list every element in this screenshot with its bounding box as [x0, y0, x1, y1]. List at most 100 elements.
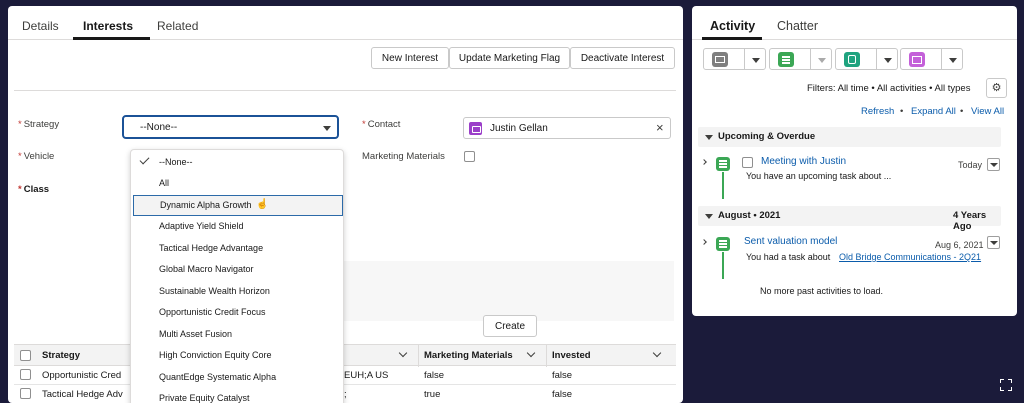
- activity-filters[interactable]: Filters: All time • All activities • All…: [807, 83, 970, 94]
- record-tabs: Details Interests Related: [8, 6, 683, 40]
- month-age: 4 Years Ago: [953, 210, 987, 232]
- task-icon: [778, 52, 794, 67]
- chevron-down-icon: [323, 126, 331, 131]
- call-action-button[interactable]: [835, 48, 898, 70]
- table-header: Strategy Marketing Materials Invested: [14, 344, 676, 367]
- option-opportunistic-credit-focus[interactable]: Opportunistic Credit Focus: [131, 302, 343, 323]
- close-icon[interactable]: ×: [656, 120, 664, 135]
- upcoming-overdue-section[interactable]: Upcoming & Overdue: [698, 127, 1001, 147]
- option-all[interactable]: All: [131, 173, 343, 194]
- cell-strategy: Opportunistic Cred: [42, 370, 122, 381]
- timeline-line: [722, 252, 724, 279]
- tab-chatter[interactable]: Chatter: [777, 19, 818, 33]
- activity-title-link[interactable]: Meeting with Justin: [761, 156, 846, 167]
- timeline-line: [722, 172, 724, 199]
- option-high-conviction-equity-core[interactable]: High Conviction Equity Core: [131, 345, 343, 366]
- active-tab-indicator: [702, 37, 762, 40]
- option-global-macro-navigator[interactable]: Global Macro Navigator: [131, 259, 343, 280]
- activity-panel: Activity Chatter Filters: All time • All…: [692, 6, 1017, 316]
- tab-details[interactable]: Details: [22, 19, 59, 33]
- tab-activity[interactable]: Activity: [710, 19, 755, 33]
- view-all-link[interactable]: View All: [971, 106, 1004, 117]
- calendar-icon: [909, 52, 925, 67]
- cell-vehicle: EUH;A US: [344, 370, 389, 381]
- chevron-down-icon: [818, 58, 826, 63]
- task-action-button[interactable]: [769, 48, 832, 70]
- tab-related[interactable]: Related: [157, 19, 198, 33]
- activity-date: Today: [958, 160, 983, 170]
- deactivate-interest-button[interactable]: Deactivate Interest: [570, 47, 675, 69]
- option-private-equity-catalyst[interactable]: Private Equity Catalyst: [131, 388, 343, 403]
- cell-invested: false: [552, 389, 573, 400]
- required-mark: *: [18, 119, 22, 130]
- table-row: Opportunistic Cred EUH;A US false false: [14, 366, 676, 385]
- gear-icon[interactable]: ⚙: [986, 78, 1007, 98]
- task-icon: [716, 157, 730, 171]
- vehicle-label: * Vehicle: [18, 151, 55, 162]
- new-interest-button[interactable]: New Interest: [371, 47, 449, 69]
- update-marketing-flag-button[interactable]: Update Marketing Flag: [449, 47, 570, 69]
- strategy-select[interactable]: --None--: [122, 115, 339, 139]
- email-icon: [712, 52, 728, 67]
- chevron-down-icon[interactable]: [752, 58, 760, 63]
- activity-tabs: Activity Chatter: [692, 6, 1017, 40]
- activity-description: You have an upcoming task about ...: [746, 171, 892, 181]
- divider: [14, 90, 676, 91]
- active-tab-indicator: [73, 37, 150, 40]
- marketing-materials-checkbox[interactable]: [464, 151, 475, 162]
- contact-label: * Contact: [362, 119, 401, 130]
- row-checkbox[interactable]: [20, 369, 31, 380]
- create-button[interactable]: Create: [483, 315, 537, 337]
- option-quantedge-systematic-alpha[interactable]: QuantEdge Systematic Alpha: [131, 367, 343, 388]
- fullscreen-icon[interactable]: [1000, 379, 1012, 391]
- separator-dot: •: [900, 106, 904, 117]
- column-invested[interactable]: Invested: [552, 350, 591, 361]
- task-complete-checkbox[interactable]: [742, 157, 753, 168]
- tab-interests[interactable]: Interests: [83, 19, 133, 33]
- record-interests-panel: Details Interests Related New Interest U…: [8, 6, 683, 403]
- column-strategy[interactable]: Strategy: [42, 350, 80, 361]
- option-multi-asset-fusion[interactable]: Multi Asset Fusion: [131, 324, 343, 345]
- chevron-right-icon[interactable]: [701, 159, 707, 165]
- activity-date: Aug 6, 2021: [935, 240, 984, 250]
- email-action-button[interactable]: [703, 48, 766, 70]
- activity-menu-button[interactable]: [987, 236, 1000, 249]
- no-more-activities: No more past activities to load.: [760, 286, 884, 296]
- option-tactical-hedge-advantage[interactable]: Tactical Hedge Advantage: [131, 238, 343, 259]
- check-icon: [139, 154, 150, 165]
- option-none[interactable]: --None--: [131, 152, 343, 173]
- refresh-link[interactable]: Refresh: [861, 106, 894, 117]
- event-action-button[interactable]: [900, 48, 963, 70]
- strategy-select-value: --None--: [140, 122, 178, 133]
- contact-icon: [469, 122, 482, 135]
- cell-strategy: Tactical Hedge Adv: [42, 389, 123, 400]
- chevron-down-icon[interactable]: [526, 348, 536, 358]
- chevron-down-icon[interactable]: [652, 348, 662, 358]
- strategy-label: * Strategy: [18, 119, 60, 130]
- row-checkbox[interactable]: [20, 388, 31, 399]
- contact-value: Justin Gellan: [490, 123, 548, 134]
- marketing-materials-label: Marketing Materials: [362, 151, 445, 162]
- separator-dot: •: [960, 106, 964, 117]
- chevron-down-icon[interactable]: [398, 348, 408, 358]
- phone-icon: [844, 52, 860, 67]
- activity-title-link[interactable]: Sent valuation model: [744, 236, 837, 247]
- related-record-link[interactable]: Old Bridge Communications - 2Q21: [839, 252, 981, 262]
- chevron-down-icon: [705, 214, 713, 219]
- option-adaptive-yield-shield[interactable]: Adaptive Yield Shield: [131, 216, 343, 237]
- expand-all-link[interactable]: Expand All: [911, 106, 956, 117]
- hand-cursor-icon: ☝: [256, 199, 269, 210]
- month-section[interactable]: August • 2021 4 Years Ago: [698, 206, 1001, 232]
- activity-description: You had a task about: [746, 252, 831, 262]
- select-all-checkbox[interactable]: [20, 350, 31, 361]
- chevron-down-icon[interactable]: [949, 58, 957, 63]
- task-icon: [716, 237, 730, 251]
- column-marketing-materials[interactable]: Marketing Materials: [424, 350, 513, 361]
- option-dynamic-alpha-growth[interactable]: Dynamic Alpha Growth ☝: [133, 195, 343, 216]
- activity-menu-button[interactable]: [987, 158, 1000, 171]
- strategy-dropdown-list: --None-- All Dynamic Alpha Growth ☝ Adap…: [130, 149, 344, 403]
- option-sustainable-wealth-horizon[interactable]: Sustainable Wealth Horizon: [131, 281, 343, 302]
- chevron-right-icon[interactable]: [701, 239, 707, 245]
- contact-lookup[interactable]: Justin Gellan ×: [463, 117, 671, 139]
- chevron-down-icon[interactable]: [884, 58, 892, 63]
